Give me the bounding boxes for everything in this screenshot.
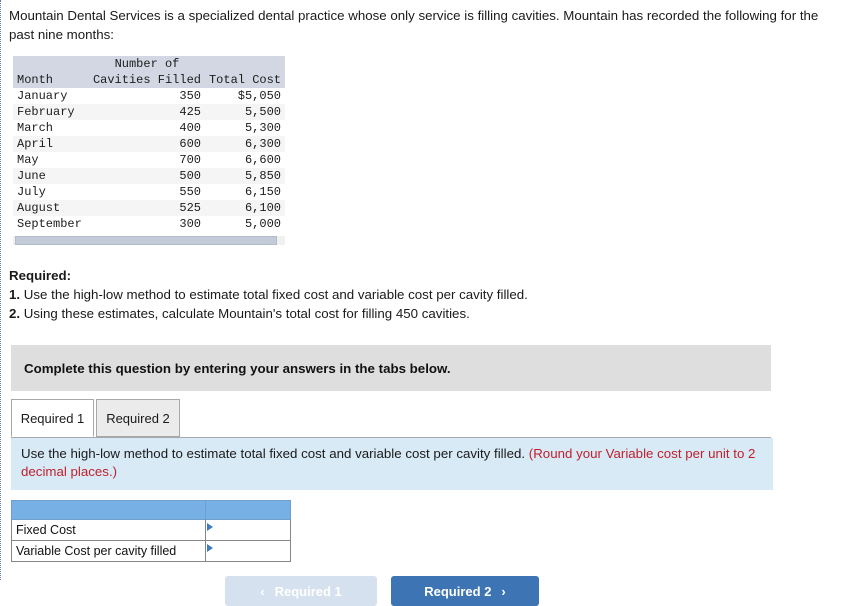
required-item-1-number: 1. xyxy=(9,287,21,302)
answer-label-fixed-cost: Fixed Cost xyxy=(10,519,207,541)
cost-data-table-body: January 350 $5,050 February 425 5,500 Ma… xyxy=(13,88,285,232)
input-marker-triangle-icon xyxy=(207,523,214,531)
table-row: May 700 6,600 xyxy=(13,152,285,168)
cell-cavities: 300 xyxy=(179,217,201,231)
cell-cavities: 500 xyxy=(88,168,205,184)
table-row: September 300 5,000 xyxy=(13,216,285,232)
cost-data-table-header: Number of Month Cavities Filled Total Co… xyxy=(13,56,285,88)
table-row: August 525 6,100 xyxy=(13,200,285,216)
table-horizontal-scrollbar[interactable] xyxy=(13,235,285,245)
question-page: Mountain Dental Services is a specialize… xyxy=(0,0,848,606)
tab-required-1[interactable]: Required 1 xyxy=(11,399,94,437)
chevron-right-icon: › xyxy=(501,583,506,599)
header-cavities-filled: Cavities Filled xyxy=(88,72,205,88)
header-spacer-right xyxy=(204,56,285,72)
cell-cavities: 700 xyxy=(179,153,201,167)
navigation-button-row: ‹ Required 1 Required 2 › xyxy=(1,576,848,606)
answer-header-value-cell xyxy=(205,500,291,520)
requirement-prompt-text: Use the high-low method to estimate tota… xyxy=(21,446,526,461)
table-row: February 425 5,500 xyxy=(13,104,285,120)
answer-table-container: Fixed Cost Variable Cost per cavity fill… xyxy=(10,500,291,562)
table-header-row-top: Number of xyxy=(13,56,285,72)
answer-row-variable-cost: Variable Cost per cavity filled xyxy=(10,540,291,562)
cell-cost: 6,600 xyxy=(244,153,281,167)
cell-cavities: 525 xyxy=(88,200,205,216)
previous-required-button[interactable]: ‹ Required 1 xyxy=(225,576,377,606)
header-number-of: Number of xyxy=(88,56,205,72)
required-title: Required: xyxy=(9,268,72,283)
table-header-row-bottom: Month Cavities Filled Total Cost xyxy=(13,72,285,88)
required-item-2-number: 2. xyxy=(9,306,21,321)
cost-data-table: Number of Month Cavities Filled Total Co… xyxy=(13,56,285,232)
cell-month: February xyxy=(13,104,89,120)
cell-month: June xyxy=(13,168,89,184)
cell-cost: $5,050 xyxy=(237,89,281,103)
chevron-left-icon: ‹ xyxy=(260,583,265,599)
cell-cavities: 425 xyxy=(88,104,205,120)
answer-table-header-row xyxy=(10,500,291,520)
answer-row-fixed-cost: Fixed Cost xyxy=(10,519,291,541)
tab-required-2-label: Required 2 xyxy=(106,410,170,426)
table-row: April 600 6,300 xyxy=(13,136,285,152)
cell-cost: 5,300 xyxy=(244,121,281,135)
cell-cost: 5,500 xyxy=(204,104,285,120)
header-spacer-left xyxy=(13,56,89,72)
question-intro-text: Mountain Dental Services is a specialize… xyxy=(9,8,819,42)
table-row: June 500 5,850 xyxy=(13,168,285,184)
instruction-bar: Complete this question by entering your … xyxy=(11,345,771,391)
required-item-2-text: Using these estimates, calculate Mountai… xyxy=(23,306,470,321)
tab-strip: Required 1 Required 2 xyxy=(11,399,771,438)
cell-cost: 5,850 xyxy=(204,168,285,184)
instruction-bar-text: Complete this question by entering your … xyxy=(24,360,451,376)
cell-cavities: 400 xyxy=(179,121,201,135)
cell-month: September xyxy=(17,217,82,231)
input-marker-triangle-icon xyxy=(207,544,214,552)
table-row: March 400 5,300 xyxy=(13,120,285,136)
cell-cavities: 600 xyxy=(88,136,205,152)
header-total-cost: Total Cost xyxy=(204,72,285,88)
cell-cost: 6,100 xyxy=(204,200,285,216)
requirement-prompt-panel: Use the high-low method to estimate tota… xyxy=(11,438,773,490)
tab-required-1-label: Required 1 xyxy=(20,410,85,426)
table-row: July 550 6,150 xyxy=(13,184,285,200)
required-item-1-text: Use the high-low method to estimate tota… xyxy=(23,287,528,302)
cell-cavities: 550 xyxy=(179,185,201,199)
next-required-button-label: Required 2 xyxy=(424,583,492,599)
cell-month: January xyxy=(17,89,68,103)
table-row: January 350 $5,050 xyxy=(13,88,285,104)
next-required-button[interactable]: Required 2 › xyxy=(391,576,539,606)
cell-cost: 5,000 xyxy=(244,217,281,231)
cell-month: March xyxy=(17,121,54,135)
answer-label-variable-cost: Variable Cost per cavity filled xyxy=(10,540,207,562)
required-item-2: 2. Using these estimates, calculate Moun… xyxy=(9,305,848,323)
previous-required-button-label: Required 1 xyxy=(274,583,342,599)
cost-data-table-container: Number of Month Cavities Filled Total Co… xyxy=(13,56,285,232)
answer-table: Fixed Cost Variable Cost per cavity fill… xyxy=(10,500,291,562)
required-section: Required: 1. Use the high-low method to … xyxy=(9,267,848,323)
answer-input-fixed-cost[interactable] xyxy=(205,519,291,541)
tab-required-2[interactable]: Required 2 xyxy=(96,399,180,437)
answer-input-variable-cost[interactable] xyxy=(205,540,291,562)
cell-cost: 6,300 xyxy=(204,136,285,152)
header-month: Month xyxy=(13,72,89,88)
scrollbar-thumb[interactable] xyxy=(15,236,277,245)
cell-cavities: 350 xyxy=(179,89,201,103)
cell-month: August xyxy=(13,200,89,216)
tab-strip-underline xyxy=(11,437,771,438)
cell-month: July xyxy=(17,185,46,199)
answer-header-label-cell xyxy=(10,500,207,520)
cell-month: April xyxy=(13,136,89,152)
cell-cost: 6,150 xyxy=(244,185,281,199)
cell-month: May xyxy=(17,153,39,167)
required-item-1: 1. Use the high-low method to estimate t… xyxy=(9,286,848,304)
